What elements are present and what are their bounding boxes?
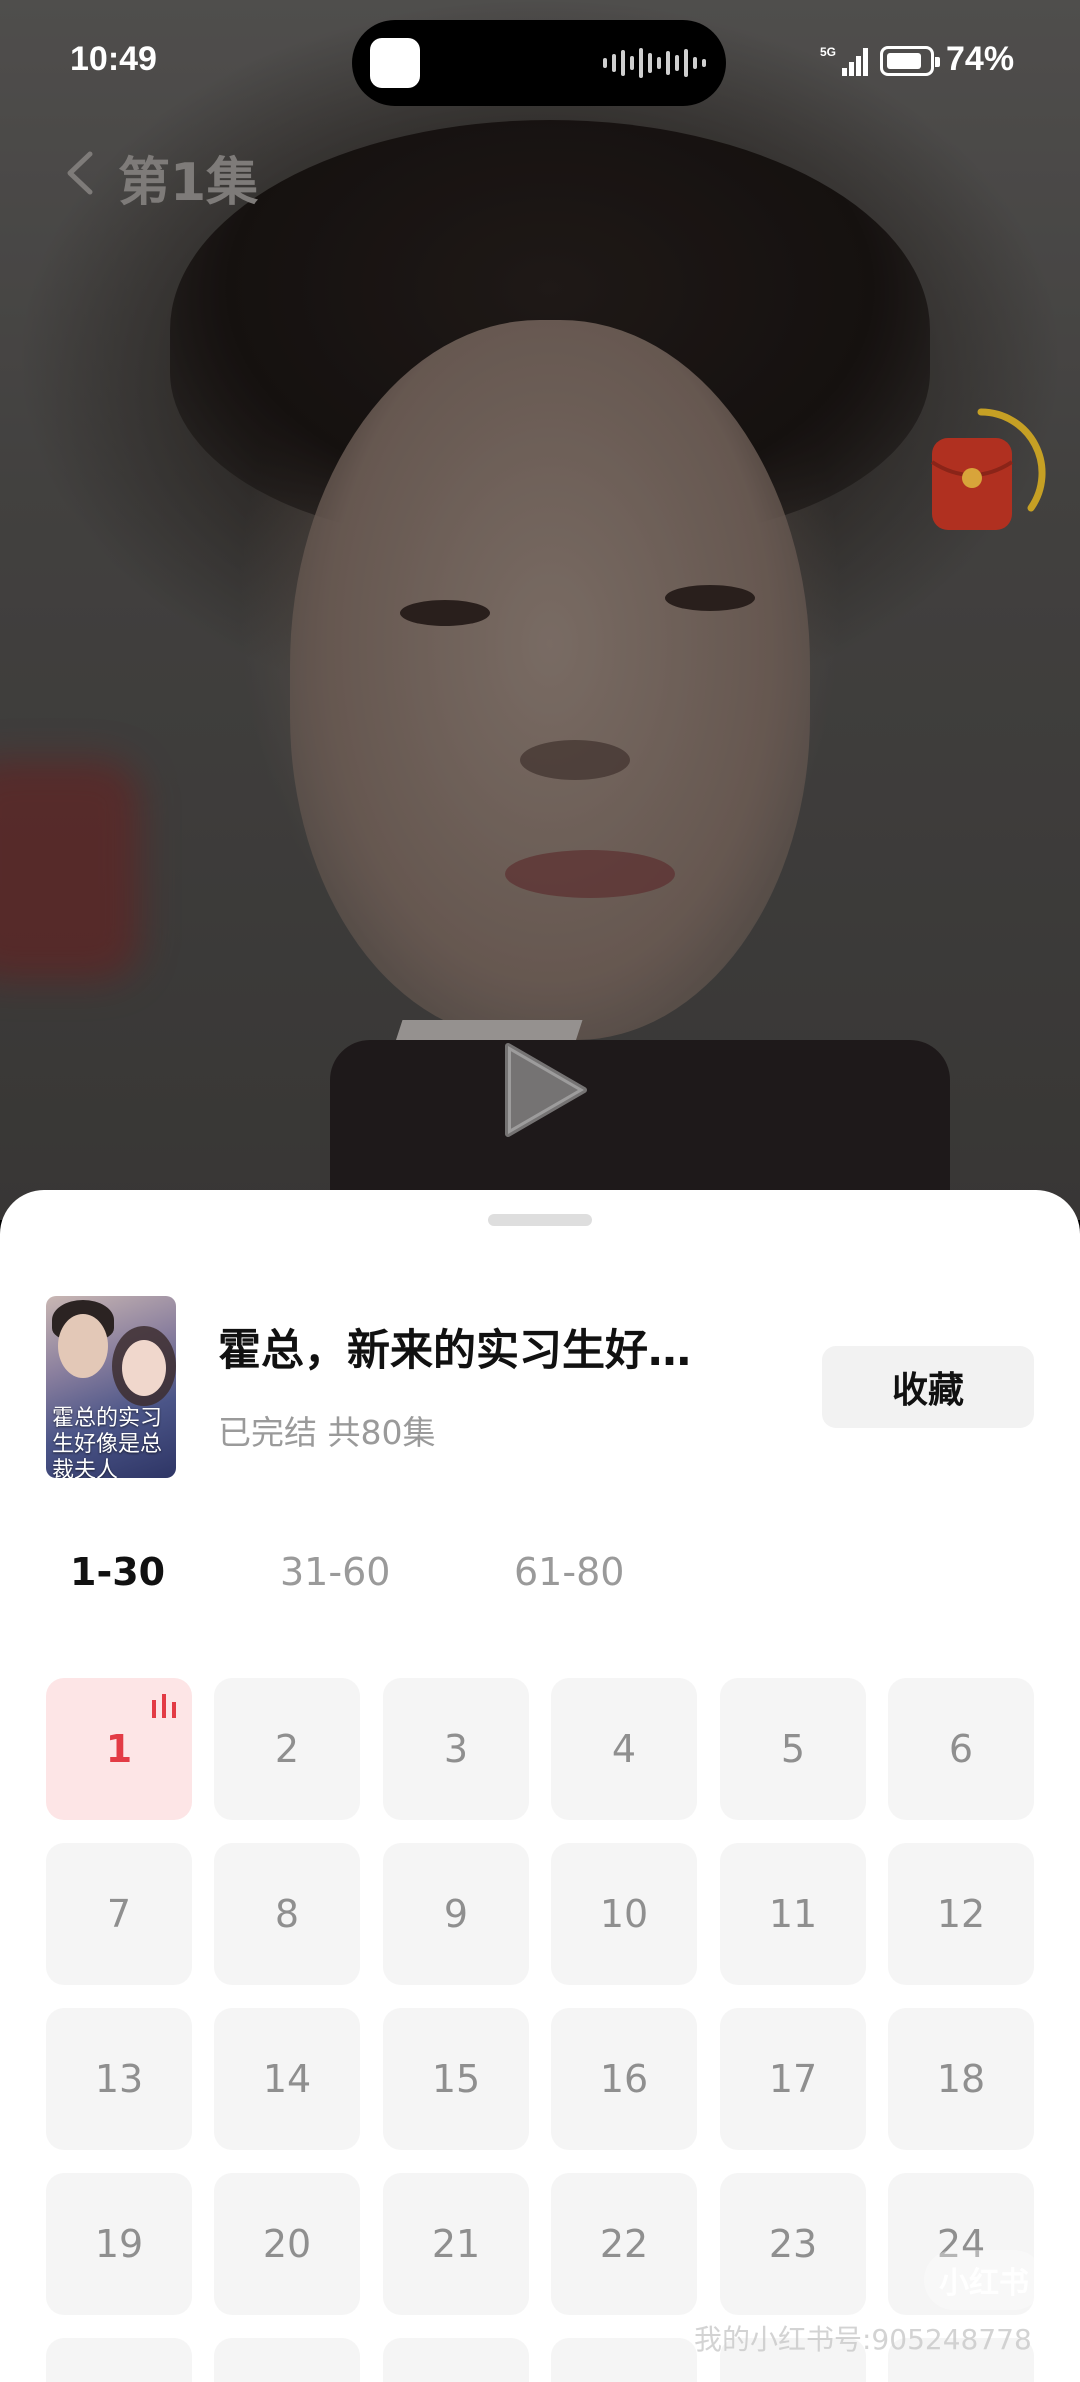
episode-cell[interactable]: 20 (214, 2173, 360, 2315)
episode-cell[interactable]: 6 (888, 1678, 1034, 1820)
episode-sheet: 霍总的实习生好像是总裁夫人 霍总，新来的实习生好… 已完结 共80集 收藏 1-… (0, 1190, 1080, 2382)
sheet-grabber[interactable] (488, 1214, 592, 1226)
episode-range-tabs: 1-30 31-60 61-80 (0, 1550, 1080, 1620)
episode-cell[interactable]: 8 (214, 1843, 360, 1985)
signal-icon: 5G (820, 45, 868, 76)
dynamic-island[interactable] (352, 20, 726, 106)
episode-cell[interactable]: 7 (46, 1843, 192, 1985)
tab-range-1-30[interactable]: 1-30 (70, 1550, 165, 1594)
drama-poster[interactable]: 霍总的实习生好像是总裁夫人 (46, 1296, 176, 1478)
status-time: 10:49 (70, 40, 157, 78)
status-bar: 10:49 5G 74% (0, 0, 1080, 130)
episode-number: 12 (936, 1892, 986, 1936)
app-icon (370, 38, 420, 88)
drama-meta: 已完结 共80集 (218, 1413, 436, 1452)
poster-figure (58, 1314, 108, 1378)
episode-cell[interactable]: 1 (46, 1678, 192, 1820)
episode-number: 5 (780, 1727, 806, 1771)
episode-cell[interactable]: 13 (46, 2008, 192, 2150)
episode-cell[interactable]: 12 (888, 1843, 1034, 1985)
episode-number: 8 (274, 1892, 300, 1936)
episode-cell[interactable]: 23 (720, 2173, 866, 2315)
episode-cell[interactable]: 5 (720, 1678, 866, 1820)
poster-title-art: 霍总的实习生好像是总裁夫人 (52, 1406, 163, 1478)
episode-cell[interactable]: 15 (383, 2008, 529, 2150)
episode-number: 22 (599, 2222, 649, 2266)
episode-number: 4 (611, 1727, 637, 1771)
tab-range-31-60[interactable]: 31-60 (280, 1550, 390, 1594)
episode-cell[interactable]: 3 (383, 1678, 529, 1820)
episode-cell[interactable]: 28 (551, 2338, 697, 2382)
chevron-left-icon[interactable] (60, 150, 106, 196)
episode-number: 10 (599, 1892, 649, 1936)
episode-number: 19 (94, 2222, 144, 2266)
video-player[interactable]: 10:49 5G 74% 第1集 (0, 0, 1080, 1220)
episode-number: 6 (948, 1727, 974, 1771)
episode-number: 1 (105, 1727, 133, 1771)
episode-number: 16 (599, 2057, 649, 2101)
episode-cell[interactable]: 27 (383, 2338, 529, 2382)
episode-cell[interactable]: 11 (720, 1843, 866, 1985)
audio-wave-icon (603, 46, 706, 80)
episode-cell[interactable]: 16 (551, 2008, 697, 2150)
episode-number: 3 (443, 1727, 469, 1771)
episode-cell[interactable]: 25 (46, 2338, 192, 2382)
now-playing-icon (152, 1694, 176, 1718)
watermark-logo: 小红书 (924, 2250, 1044, 2310)
favorite-button[interactable]: 收藏 (822, 1346, 1034, 1428)
episode-cell[interactable]: 17 (720, 2008, 866, 2150)
episode-number: 7 (106, 1892, 132, 1936)
watermark-text: 我的小红书号:905248778 (694, 2323, 1032, 2356)
episode-number: 21 (431, 2222, 481, 2266)
tab-range-61-80[interactable]: 61-80 (514, 1550, 624, 1594)
episode-cell[interactable]: 10 (551, 1843, 697, 1985)
drama-title: 霍总，新来的实习生好… (218, 1326, 691, 1376)
poster-figure (122, 1340, 166, 1396)
episode-cell[interactable]: 2 (214, 1678, 360, 1820)
red-envelope-icon[interactable] (916, 408, 1046, 538)
episode-cell[interactable]: 9 (383, 1843, 529, 1985)
episode-number: 17 (768, 2057, 818, 2101)
play-icon[interactable] (500, 1040, 590, 1140)
battery-percent: 74% (946, 40, 1015, 78)
episode-title: 第1集 (118, 153, 259, 213)
episode-number: 14 (262, 2057, 312, 2101)
battery-icon (880, 46, 940, 76)
episode-cell[interactable]: 4 (551, 1678, 697, 1820)
episode-number: 23 (768, 2222, 818, 2266)
episode-cell[interactable]: 18 (888, 2008, 1034, 2150)
episode-number: 18 (936, 2057, 986, 2101)
episode-cell[interactable]: 26 (214, 2338, 360, 2382)
episode-number: 2 (274, 1727, 300, 1771)
episode-number: 20 (262, 2222, 312, 2266)
episode-cell[interactable]: 21 (383, 2173, 529, 2315)
network-label: 5G (820, 45, 836, 59)
episode-cell[interactable]: 19 (46, 2173, 192, 2315)
episode-number: 13 (94, 2057, 144, 2101)
episode-cell[interactable]: 14 (214, 2008, 360, 2150)
episode-number: 11 (768, 1892, 818, 1936)
episode-number: 9 (443, 1892, 469, 1936)
episode-number: 15 (431, 2057, 481, 2101)
episode-cell[interactable]: 22 (551, 2173, 697, 2315)
